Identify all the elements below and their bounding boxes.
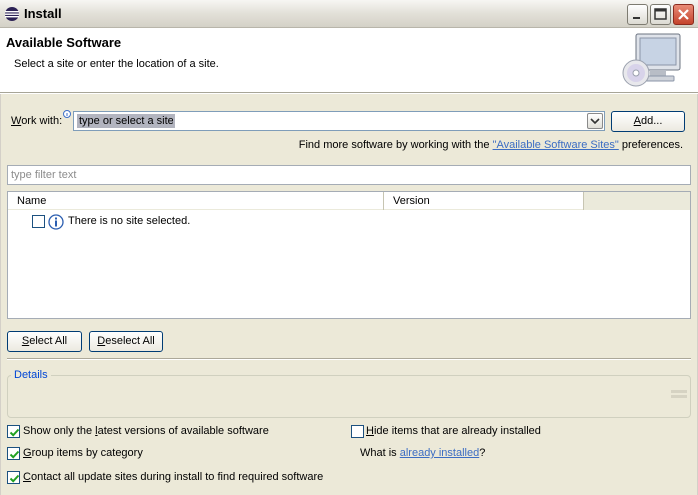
column-header-filler: [584, 192, 690, 210]
dialog-body: Work with: Add... Find more software by …: [0, 94, 698, 495]
column-header-name[interactable]: Name: [8, 192, 384, 210]
work-with-input[interactable]: [77, 114, 175, 128]
details-label: Details: [11, 369, 51, 381]
combo-dropdown-button[interactable]: [587, 113, 603, 129]
details-group: [7, 375, 691, 418]
software-table[interactable]: Name Version There is no site selected.: [7, 191, 691, 319]
select-all-button[interactable]: Select All: [7, 331, 82, 352]
info-icon: [48, 214, 64, 230]
group-by-category-label[interactable]: Group items by category: [23, 447, 143, 459]
checkmark-icon: [9, 474, 20, 483]
row-label: There is no site selected.: [68, 215, 191, 227]
page-description: Select a site or enter the location of a…: [14, 58, 219, 70]
column-header-version[interactable]: Version: [384, 192, 584, 210]
checkmark-icon: [9, 428, 20, 437]
available-software-sites-link[interactable]: "Available Software Sites": [493, 139, 619, 151]
hide-installed-label[interactable]: Hide items that are already installed: [366, 425, 541, 437]
table-header: Name Version: [8, 192, 690, 210]
contact-all-sites-checkbox[interactable]: [7, 471, 20, 484]
hide-installed-checkbox[interactable]: [351, 425, 364, 438]
deselect-all-button[interactable]: Deselect All: [89, 331, 163, 352]
maximize-button[interactable]: [650, 4, 671, 25]
row-checkbox[interactable]: [32, 215, 45, 228]
show-latest-checkbox[interactable]: [7, 425, 20, 438]
close-button[interactable]: [673, 4, 694, 25]
already-installed-link[interactable]: already installed: [400, 447, 480, 459]
info-decoration-icon: [63, 110, 71, 118]
eclipse-icon: [5, 7, 19, 21]
wizard-header: Available Software Select a site or ente…: [0, 28, 698, 93]
title-bar[interactable]: Install: [0, 0, 698, 28]
install-computer-cd-icon: [622, 33, 681, 87]
find-more-text: Find more software by working with the "…: [298, 139, 683, 151]
resize-grip-icon[interactable]: [671, 389, 687, 399]
what-is-installed-text: What is already installed?: [360, 447, 486, 459]
show-latest-label[interactable]: Show only the latest versions of availab…: [23, 425, 269, 437]
filter-input[interactable]: type filter text: [7, 165, 691, 185]
chevron-down-icon: [590, 118, 600, 125]
minimize-button[interactable]: [627, 4, 648, 25]
window-title: Install: [24, 6, 62, 21]
separator: [7, 358, 691, 360]
page-title: Available Software: [6, 35, 122, 50]
contact-all-sites-label[interactable]: Contact all update sites during install …: [23, 471, 323, 483]
work-with-combo[interactable]: [73, 111, 605, 131]
checkmark-icon: [9, 450, 20, 459]
work-with-label: Work with:: [11, 115, 63, 127]
group-by-category-checkbox[interactable]: [7, 447, 20, 460]
add-site-button[interactable]: Add...: [611, 111, 685, 132]
